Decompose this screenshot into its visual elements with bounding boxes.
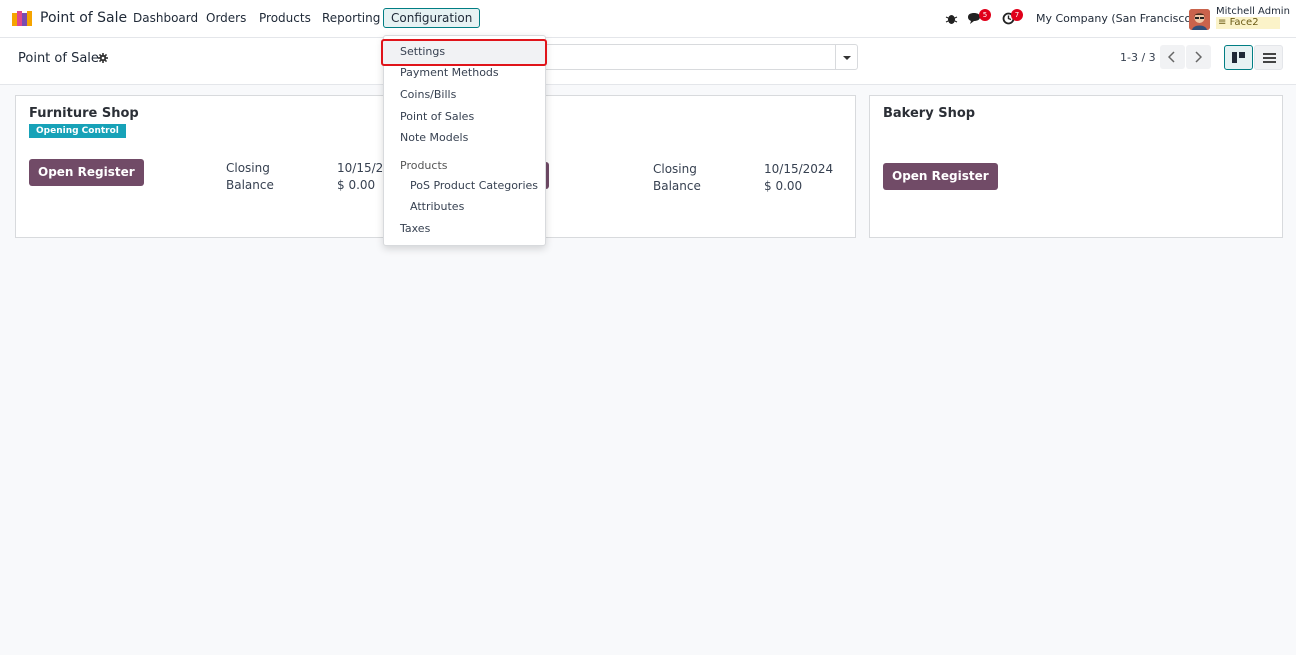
dropdown-item-note-models[interactable]: Note Models xyxy=(400,131,468,144)
dropdown-item-attributes[interactable]: Attributes xyxy=(410,200,464,213)
menu-products[interactable]: Products xyxy=(259,11,311,25)
control-panel: Point of Sale 1-3 / 3 xyxy=(0,38,1296,85)
search-options-toggle[interactable] xyxy=(835,44,858,70)
pager-next-button[interactable] xyxy=(1186,45,1211,69)
menu-configuration[interactable]: Configuration xyxy=(383,8,481,28)
dropdown-item-taxes[interactable]: Taxes xyxy=(400,222,430,235)
chevron-right-icon xyxy=(1195,51,1202,63)
bug-icon[interactable] xyxy=(945,12,958,25)
kanban-icon xyxy=(1232,52,1245,63)
dropdown-item-settings[interactable]: Settings xyxy=(400,45,445,58)
closing-label: Closing xyxy=(226,161,270,175)
user-name[interactable]: Mitchell Admin xyxy=(1216,6,1290,17)
closing-label: Closing xyxy=(653,162,697,176)
open-register-button[interactable]: Open Register xyxy=(29,159,144,186)
pager-value[interactable]: 1-3 / 3 xyxy=(1120,51,1156,64)
closing-date: 10/15/2024 xyxy=(764,162,834,176)
search-input[interactable] xyxy=(540,44,837,70)
page-title: Point of Sale xyxy=(18,51,99,66)
dropdown-item-pos-product-categories[interactable]: PoS Product Categories xyxy=(410,179,538,192)
database-name: Face2 xyxy=(1229,17,1259,28)
dropdown-item-point-of-sales[interactable]: Point of Sales xyxy=(400,110,474,123)
list-icon xyxy=(1263,53,1276,63)
balance-label: Balance xyxy=(226,178,274,192)
dropdown-item-coins-bills[interactable]: Coins/Bills xyxy=(400,88,456,101)
pager-previous-button[interactable] xyxy=(1160,45,1185,69)
card-title: Bakery Shop xyxy=(883,106,976,121)
dropdown-section-products: Products xyxy=(400,159,448,172)
balance-value: $ 0.00 xyxy=(337,178,376,192)
card-title: Furniture Shop xyxy=(29,106,139,121)
top-navbar: Point of Sale Dashboard Orders Products … xyxy=(0,0,1296,38)
pos-card-furniture-shop[interactable]: Furniture Shop Opening Control Open Regi… xyxy=(15,95,433,238)
caret-down-icon xyxy=(843,56,851,60)
user-avatar[interactable] xyxy=(1189,9,1210,30)
company-switcher[interactable]: My Company (San Francisco) xyxy=(1036,12,1195,25)
dropdown-item-payment-methods[interactable]: Payment Methods xyxy=(400,66,499,79)
menu-dashboard[interactable]: Dashboard xyxy=(133,11,198,25)
activities-badge: 7 xyxy=(1011,9,1023,21)
user-database: ≡ Face2 xyxy=(1216,17,1280,29)
menu-orders[interactable]: Orders xyxy=(206,11,246,25)
app-name[interactable]: Point of Sale xyxy=(40,10,127,26)
configuration-dropdown: Settings Payment Methods Coins/Bills Poi… xyxy=(381,35,547,246)
balance-value: $ 0.00 xyxy=(764,179,803,193)
status-badge: Opening Control xyxy=(29,124,126,138)
balance-label: Balance xyxy=(653,179,701,193)
gear-icon[interactable] xyxy=(98,53,108,63)
list-view-button[interactable] xyxy=(1254,45,1283,70)
menu-reporting[interactable]: Reporting xyxy=(322,11,380,25)
kanban-view-button[interactable] xyxy=(1224,45,1253,70)
pos-card-bakery-shop[interactable]: Bakery Shop Open Register xyxy=(869,95,1283,238)
database-icon: ≡ xyxy=(1218,17,1227,28)
pos-app-logo-icon[interactable] xyxy=(12,11,33,26)
open-register-button[interactable]: Open Register xyxy=(883,163,998,190)
messages-badge: 5 xyxy=(979,9,991,21)
chevron-left-icon xyxy=(1168,51,1175,63)
